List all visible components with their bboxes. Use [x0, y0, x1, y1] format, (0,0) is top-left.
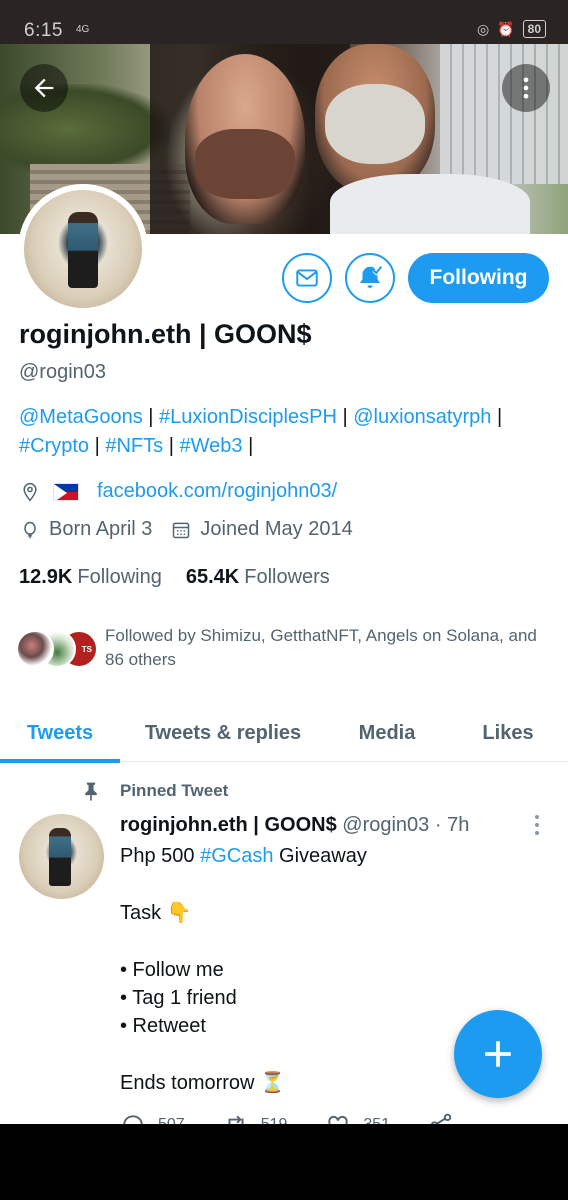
following-button[interactable]: Following	[408, 253, 549, 303]
website-link[interactable]: facebook.com/roginjohn03/	[97, 480, 337, 503]
profile-screen: Following roginjohn.eth | GOON$ @rogin03…	[0, 44, 568, 1124]
status-bar: 6:15 4G ◎ ⏰ 80	[0, 0, 568, 44]
plus-icon	[485, 1041, 511, 1067]
followers-stat[interactable]: 65.4K Followers	[186, 566, 330, 589]
birth-date: Born April 3	[49, 518, 153, 540]
share-icon	[431, 1113, 452, 1124]
bio-hashtag-nfts[interactable]: #NFTs	[105, 435, 163, 457]
back-button[interactable]	[20, 64, 68, 112]
philippines-flag-icon	[53, 482, 79, 501]
tweet-more-icon[interactable]	[526, 812, 548, 838]
like-button[interactable]: 351	[325, 1112, 390, 1124]
more-options-button[interactable]	[502, 64, 550, 112]
location-pin-icon	[19, 481, 41, 503]
tweet-author-avatar[interactable]	[19, 814, 104, 899]
signal-label: 4G	[76, 24, 90, 35]
retweet-button[interactable]: 519	[223, 1112, 287, 1124]
followed-by-text: Followed by Shimizu, GetthatNFT, Angels …	[105, 626, 537, 669]
tweet-time: 7h	[447, 814, 470, 836]
balloon-icon	[19, 519, 41, 541]
profile-tabs: Tweets Tweets & replies Media Likes	[0, 704, 568, 763]
calendar-icon	[170, 519, 192, 541]
status-time: 6:15	[24, 20, 63, 41]
hashtag-gcash[interactable]: #GCash	[200, 845, 273, 867]
location-row: facebook.com/roginjohn03/	[19, 480, 337, 503]
pinned-tweet-label: Pinned Tweet	[80, 780, 228, 802]
back-arrow-icon	[34, 78, 54, 98]
tweet-actions: 507 519 351	[120, 1112, 540, 1124]
retweet-icon	[228, 1115, 244, 1124]
joined-date: Joined May 2014	[200, 518, 353, 540]
pin-icon	[80, 780, 102, 802]
tweet-header: roginjohn.eth | GOON$ @rogin03 · 7h	[120, 814, 470, 836]
display-name: roginjohn.eth | GOON$	[19, 319, 312, 349]
tweet-author-handle: @rogin03	[342, 814, 430, 836]
follower-avatar	[16, 630, 54, 668]
tab-media[interactable]: Media	[336, 704, 438, 762]
alarm-icon: ⏰	[497, 20, 515, 37]
reply-button[interactable]: 507	[120, 1112, 185, 1124]
following-stat[interactable]: 12.9K Following	[19, 566, 162, 589]
bio-mention-luxionsatyrph[interactable]: @luxionsatyrph	[353, 406, 491, 428]
bio-hashtag-crypto[interactable]: #Crypto	[19, 435, 89, 457]
reply-icon	[123, 1115, 143, 1124]
profile-bio: @MetaGoons | #LuxionDisciplesPH | @luxio…	[19, 406, 503, 457]
followers-you-know-avatars: TS	[16, 630, 100, 670]
profile-handle: @rogin03	[19, 361, 107, 383]
bio-hashtag-web3[interactable]: #Web3	[179, 435, 242, 457]
system-navigation-bar	[0, 1124, 568, 1200]
bell-check-icon	[360, 265, 383, 288]
bio-hashtag-luxiondisciplesph[interactable]: #LuxionDisciplesPH	[159, 406, 337, 428]
tweet-author-name[interactable]: roginjohn.eth | GOON$	[120, 814, 337, 836]
share-button[interactable]	[428, 1112, 454, 1124]
follow-stats: 12.9K Following 65.4K Followers	[19, 566, 330, 589]
notifications-button[interactable]	[345, 253, 395, 303]
status-icons: ◎ ⏰ 80	[477, 20, 546, 38]
tab-tweets[interactable]: Tweets	[0, 704, 120, 762]
battery-icon: 80	[522, 20, 546, 38]
tab-likes[interactable]: Likes	[448, 704, 568, 762]
message-button[interactable]	[282, 253, 332, 303]
dates-row: Born April 3 Joined May 2014	[19, 518, 353, 541]
compose-tweet-button[interactable]	[454, 1010, 542, 1098]
bio-mention-metagoons[interactable]: @MetaGoons	[19, 406, 143, 428]
envelope-icon	[296, 269, 318, 287]
tab-tweets-and-replies[interactable]: Tweets & replies	[124, 704, 322, 762]
active-tab-indicator	[0, 759, 120, 763]
heart-icon	[328, 1115, 349, 1124]
data-saver-icon: ◎	[476, 20, 490, 37]
vertical-dots-icon	[523, 77, 529, 99]
profile-avatar[interactable]	[18, 184, 148, 314]
